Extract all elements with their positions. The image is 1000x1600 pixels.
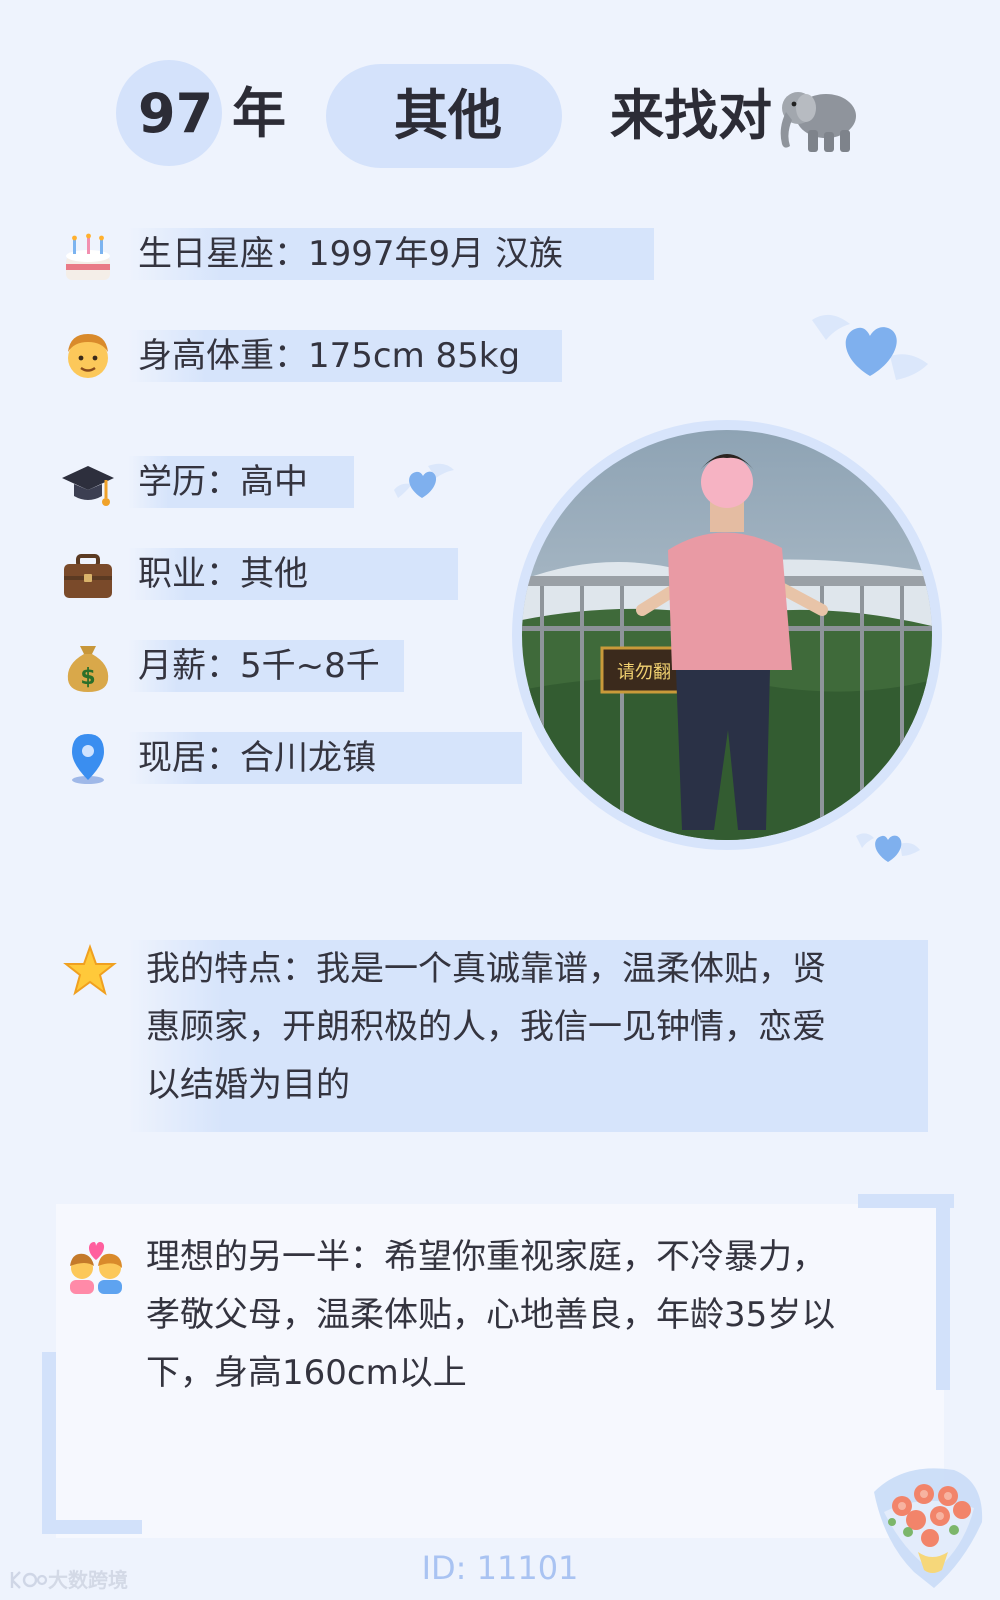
ideal-line: 孝敬父母，温柔体贴，心地善良，年龄35岁以 bbox=[146, 1295, 836, 1335]
card-corner bbox=[936, 1194, 950, 1390]
info-row-education: 学历：高中 bbox=[138, 462, 308, 502]
graduation-cap-icon bbox=[62, 466, 114, 506]
info-row-birthday: 生日星座：1997年9月 汉族 bbox=[138, 234, 563, 274]
card-corner bbox=[42, 1520, 142, 1534]
photo-sign-text: 请勿翻 bbox=[617, 662, 671, 683]
card-corner bbox=[42, 1352, 56, 1534]
briefcase-icon bbox=[64, 554, 112, 598]
profile-id: ID: 11101 bbox=[421, 1549, 579, 1587]
star-icon bbox=[63, 944, 117, 996]
man-face-icon bbox=[68, 334, 108, 378]
winged-heart-icon bbox=[394, 463, 454, 498]
features-line: 惠顾家，开朗积极的人，我信一见钟情，恋爱 bbox=[146, 1007, 826, 1047]
features-text: 我的特点：我是一个真诚靠谱，温柔体贴，贤 惠顾家，开朗积极的人，我信一见钟情，恋… bbox=[146, 940, 826, 1114]
features-line: 以结婚为目的 bbox=[146, 1065, 350, 1105]
profile-photo-illustration: 请勿翻 bbox=[522, 430, 932, 840]
features-line: 我的特点：我是一个真诚靠谱，温柔体贴，贤 bbox=[146, 949, 826, 989]
money-bag-icon: $ bbox=[67, 646, 109, 692]
info-row-height-weight: 身高体重：175cm 85kg bbox=[138, 336, 521, 376]
watermark-text: 大数跨境 bbox=[48, 1568, 128, 1592]
page-title: 来找对 bbox=[610, 84, 772, 147]
age-unit: 年 bbox=[232, 82, 286, 145]
elephant-icon bbox=[780, 92, 856, 152]
ideal-partner-text: 理想的另一半：希望你重视家庭，不冷暴力， 孝敬父母，温柔体贴，心地善良，年龄35… bbox=[146, 1228, 835, 1402]
ideal-line: 理想的另一半：希望你重视家庭，不冷暴力， bbox=[146, 1237, 826, 1277]
ideal-line: 下，身高160cm以上 bbox=[146, 1353, 467, 1393]
info-row-salary: 月薪：5千~8千 bbox=[138, 646, 380, 686]
birthday-cake-icon bbox=[66, 233, 110, 280]
info-row-residence: 现居：合川龙镇 bbox=[138, 738, 376, 778]
watermark-logo-icon bbox=[10, 1571, 48, 1589]
couple-with-heart-icon bbox=[70, 1242, 122, 1294]
info-row-occupation: 职业：其他 bbox=[138, 554, 308, 594]
age-number: 97 bbox=[138, 82, 214, 145]
svg-text:$: $ bbox=[80, 665, 95, 690]
location-pin-icon bbox=[72, 734, 104, 784]
winged-heart-icon bbox=[812, 314, 928, 380]
profile-photo[interactable]: 请勿翻 bbox=[522, 430, 932, 840]
tag-label: 其他 bbox=[394, 84, 502, 147]
winged-heart-icon bbox=[856, 833, 920, 862]
